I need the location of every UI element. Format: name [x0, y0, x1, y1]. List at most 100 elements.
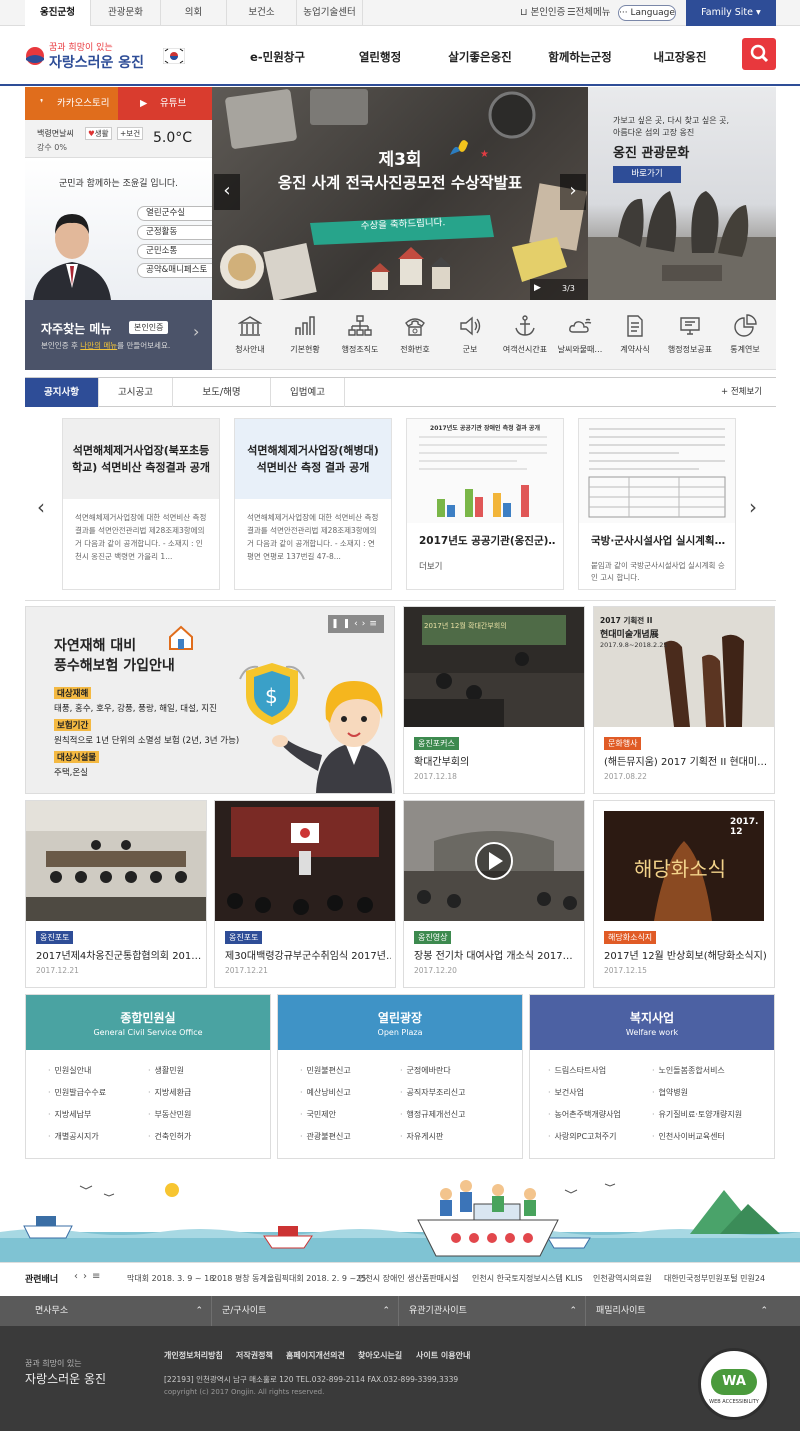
related-item[interactable]: 대한민국정부민원포털 민원24 — [664, 1273, 765, 1284]
tab-notice[interactable]: 공지사항 — [25, 378, 99, 407]
service-link[interactable]: 개별공시지가 — [48, 1131, 99, 1142]
notice-card[interactable]: 국방·군사시설사업 실시계획… 붙임과 같이 국방군사시설사업 실시계획 승인 … — [578, 418, 736, 590]
weather-tag-health[interactable]: +보건 — [117, 127, 144, 140]
quick-building[interactable]: 청사안내 — [222, 300, 278, 370]
service-link[interactable]: 예산낭비신고 — [300, 1087, 351, 1098]
notice-card[interactable]: 석면해체제거사업장(해병대) 석면비산 측정 결과 공개 석면해체제거사업장에 … — [234, 418, 392, 590]
gnb-good-living[interactable]: 살기좋은옹진 — [440, 26, 520, 86]
service-link[interactable]: 건축인허가 — [148, 1131, 192, 1142]
tour-banner[interactable]: 가보고 싶은 곳, 다시 찾고 싶은 곳, 아름다운 섬의 고장 옹진 옹진 관… — [588, 87, 776, 300]
notice-card[interactable]: 2017년도 공공기관 장애인 측정 결과 공개 2017년도 공공기관(옹진군… — [406, 418, 564, 590]
tab-tourism[interactable]: 관광문화 — [91, 0, 161, 26]
quick-status[interactable]: 기본현황 — [277, 300, 333, 370]
kakao-story-button[interactable]: ❜ 카카오스토리 — [25, 87, 118, 120]
pause-icon[interactable]: ❚❚ — [331, 619, 354, 629]
gnb-open-admin[interactable]: 열린행정 — [345, 26, 415, 86]
related-item[interactable]: 인천시 장애인 생산품판매시설 — [358, 1273, 459, 1284]
promo-controls[interactable]: ❚❚‹›≡ — [328, 615, 384, 633]
service-link[interactable]: 지방세납부 — [48, 1109, 92, 1120]
quick-statistics[interactable]: 통계연보 — [717, 300, 773, 370]
service-link[interactable]: 자유게시판 — [400, 1131, 444, 1142]
related-item[interactable]: 막대회 2018. 3. 9 ~ 18 — [127, 1273, 214, 1284]
quick-ferry[interactable]: 여객선시간표 — [497, 300, 553, 370]
site-select-related[interactable]: 유관기관사이트 ⌃ — [399, 1296, 586, 1326]
prev-icon[interactable]: ‹ — [354, 619, 362, 629]
site-logo[interactable]: 꿈과 희망이 있는 자랑스러운 옹진 — [25, 38, 185, 74]
banner-prev-button[interactable]: ‹ — [214, 174, 240, 210]
list-icon[interactable]: ≡ — [92, 1271, 105, 1282]
banner-next-button[interactable]: › — [560, 174, 586, 210]
mayor-link-manifesto[interactable]: 공약&매니페스토 — [137, 263, 219, 278]
service-link[interactable]: 사랑의PC고쳐주기 — [548, 1131, 617, 1142]
tab-announcement[interactable]: 고시공고 — [99, 378, 173, 407]
notice-card[interactable]: 석면해체제거사업장(북포초등학교) 석면비산 측정결과 공개 석면해체제거사업장… — [62, 418, 220, 590]
service-header[interactable]: 열린광장 Open Plaza — [278, 995, 522, 1050]
notice-more-link[interactable]: + 전체보기 — [721, 378, 762, 407]
site-select-office[interactable]: 면사무소 ⌃ — [25, 1296, 212, 1326]
quick-org-chart[interactable]: 행정조직도 — [332, 300, 388, 370]
footer-link-copyright[interactable]: 저작권정책 — [236, 1350, 273, 1361]
search-button[interactable] — [742, 38, 776, 70]
gallery-card[interactable]: 옹진영상 장봉 전기차 대여사업 개소식 2017… 2017.12.20 — [403, 800, 585, 988]
mayor-link-office[interactable]: 열린군수실 — [137, 206, 219, 221]
gallery-card[interactable]: 2017년 12월 확대간부회의 옹진포커스 확대간부회의 2017.12.18 — [403, 606, 585, 794]
main-banner[interactable]: ★ 제3회 옹진 사계 전국사진공모전 수상작발표 수상을 축하드립니다. ‹ … — [212, 87, 588, 300]
favorite-menu-box[interactable]: 자주찾는 메뉴 본인인증 본인인증 후 나만의 메뉴를 만들어보세요. › — [25, 300, 212, 370]
service-link[interactable]: 보건사업 — [548, 1087, 584, 1098]
promo-banner[interactable]: ❚❚‹›≡ 자연재해 대비 풍수해보험 가입안내 대상재해 태풍, 홍수, 호우… — [25, 606, 395, 794]
tab-legislation[interactable]: 입법예고 — [271, 378, 345, 407]
quick-contract[interactable]: 계약사식 — [607, 300, 663, 370]
footer-link-privacy[interactable]: 개인정보처리방침 — [164, 1350, 223, 1361]
service-header[interactable]: 종합민원실 General Civil Service Office — [26, 995, 270, 1050]
related-item[interactable]: 2018 평창 동계올림픽대회 2018. 2. 9 ~25 — [212, 1273, 366, 1284]
tour-go-button[interactable]: 바로가기 — [613, 166, 681, 183]
gnb-hometown[interactable]: 내고장옹진 — [645, 26, 715, 86]
service-link[interactable]: 드림스타트사업 — [548, 1065, 607, 1076]
gallery-card[interactable]: 2017. 12 해당화소식 해당화소식지 2017년 12월 반상회보(해당화… — [593, 800, 775, 988]
weather-tag-life[interactable]: ♥생활 — [85, 127, 112, 140]
service-link[interactable]: 지방세환급 — [148, 1087, 192, 1098]
service-link[interactable]: 공직자부조리신고 — [400, 1087, 466, 1098]
service-link[interactable]: 군정에바란다 — [400, 1065, 451, 1076]
footer-link-feedback[interactable]: 홈페이지개선의견 — [286, 1350, 345, 1361]
service-header[interactable]: 복지사업 Welfare work — [530, 995, 774, 1050]
gallery-card[interactable]: 2017 기획전 II 현대미술개념展 2017.9.8~2018.2.25 문… — [593, 606, 775, 794]
play-video-icon[interactable] — [474, 841, 514, 881]
service-link[interactable]: 협약병원 — [652, 1087, 688, 1098]
service-link[interactable]: 부동산민원 — [148, 1109, 192, 1120]
gnb-e-civil[interactable]: e-민원창구 — [240, 26, 315, 86]
service-link[interactable]: 유기질비료·토양개량지원 — [652, 1109, 743, 1120]
family-site-button[interactable]: Family Site ▾ — [686, 0, 776, 26]
fav-auth-badge[interactable]: 본인인증 — [129, 321, 169, 334]
quick-phone[interactable]: 전화번호 — [387, 300, 443, 370]
language-button[interactable]: ··· Language — [618, 5, 676, 21]
notice-card-more[interactable]: 더보기 — [419, 560, 442, 572]
list-icon[interactable]: ≡ — [369, 619, 381, 629]
service-link[interactable]: 생활민원 — [148, 1065, 184, 1076]
mayor-link-communication[interactable]: 군민소통 — [137, 244, 219, 259]
service-link[interactable]: 행정규제개선신고 — [400, 1109, 466, 1120]
notice-prev-icon[interactable]: ‹ — [37, 495, 45, 519]
related-item[interactable]: 인천시 한국토지정보시스템 KLIS — [472, 1273, 583, 1284]
gallery-card[interactable]: 옹진포토 2017년제4차옹진군통합협의회 201… 2017.12.21 — [25, 800, 207, 988]
quick-weather[interactable]: 날씨와물때… — [552, 300, 608, 370]
footer-link-directions[interactable]: 찾아오시는길 — [358, 1350, 402, 1361]
auth-link[interactable]: ⊔ 본인인증 — [520, 0, 565, 26]
footer-link-guide[interactable]: 사이트 이용안내 — [416, 1350, 470, 1361]
tab-council[interactable]: 의회 — [161, 0, 227, 26]
quick-gazette[interactable]: 군보 — [442, 300, 498, 370]
tab-press[interactable]: 보도/해명 — [173, 378, 271, 407]
tab-health-center[interactable]: 보건소 — [227, 0, 297, 26]
service-link[interactable]: 관광불편신고 — [300, 1131, 351, 1142]
gnb-together[interactable]: 함께하는군정 — [540, 26, 620, 86]
pause-icon[interactable]: ▶ — [534, 283, 541, 293]
mayor-link-activity[interactable]: 군정활동 — [137, 225, 219, 240]
youtube-button[interactable]: ▶ 유튜브 — [118, 87, 212, 120]
site-select-family[interactable]: 패밀리사이트 ⌃ — [586, 1296, 776, 1326]
service-link[interactable]: 민원발급수수료 — [48, 1087, 107, 1098]
service-link[interactable]: 농어촌주택개량사업 — [548, 1109, 621, 1120]
gallery-card[interactable]: 옹진포토 제30대백령강규부군수취임식 2017년… 2017.12.21 — [214, 800, 396, 988]
service-link[interactable]: 노인돌봄종합서비스 — [652, 1065, 725, 1076]
tab-ongjin-office[interactable]: 옹진군청 — [25, 0, 91, 26]
service-link[interactable]: 국민제안 — [300, 1109, 336, 1120]
